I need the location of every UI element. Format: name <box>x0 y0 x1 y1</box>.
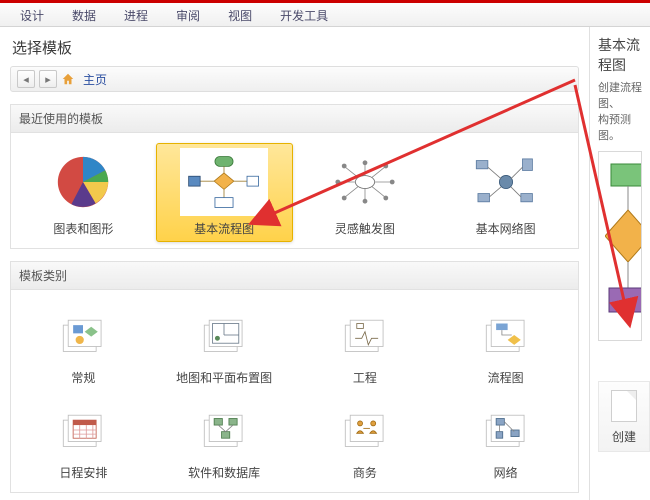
engineering-icon <box>329 305 401 365</box>
category-label: 流程图 <box>488 369 524 386</box>
template-label: 基本网络图 <box>476 220 536 237</box>
flowchart-folder-icon <box>470 305 542 365</box>
chevron-left-icon: ◂ <box>23 73 29 86</box>
floorplan-icon <box>188 305 260 365</box>
ribbon-tab-devtools[interactable]: 开发工具 <box>266 3 342 26</box>
new-document-icon <box>611 390 637 422</box>
template-label: 图表和图形 <box>53 220 113 237</box>
create-label: 创建 <box>612 428 636 445</box>
template-tile-brainstorm[interactable]: 灵感触发图 <box>297 143 434 242</box>
database-icon <box>188 400 260 460</box>
ribbon-tab-process[interactable]: 进程 <box>110 3 162 26</box>
category-tile-general[interactable]: 常规 <box>15 300 152 391</box>
ribbon-tab-view[interactable]: 视图 <box>214 3 266 26</box>
nav-forward-button[interactable]: ▸ <box>39 70 57 88</box>
create-button[interactable]: 创建 <box>598 381 650 452</box>
category-label: 常规 <box>71 369 95 386</box>
network-folder-icon <box>470 400 542 460</box>
category-label: 商务 <box>353 464 377 481</box>
ribbon-tab-design[interactable]: 设计 <box>6 3 58 26</box>
category-label: 地图和平面布置图 <box>176 369 272 386</box>
business-icon <box>329 400 401 460</box>
preview-pane: 基本流程图 创建流程图、构预测图。 创建 <box>590 27 650 500</box>
templates-title: 选择模板 <box>12 37 579 58</box>
template-label: 基本流程图 <box>194 220 254 237</box>
ribbon-tab-data[interactable]: 数据 <box>58 3 110 26</box>
chevron-right-icon: ▸ <box>45 73 51 86</box>
category-tile-business[interactable]: 商务 <box>297 395 434 486</box>
template-preview <box>598 151 642 341</box>
folder-shapes-icon <box>47 305 119 365</box>
category-tile-maps[interactable]: 地图和平面布置图 <box>156 300 293 391</box>
ribbon-tabs: 设计 数据 进程 审阅 视图 开发工具 <box>0 3 650 27</box>
templates-pane: 选择模板 ◂ ▸ 主页 最近使用的模板 图表和图形 <box>0 27 590 500</box>
section-header-categories: 模板类别 <box>10 261 579 289</box>
category-label: 工程 <box>353 369 377 386</box>
template-tile-charts[interactable]: 图表和图形 <box>15 143 152 242</box>
home-icon[interactable] <box>61 72 75 86</box>
network-icon <box>462 148 550 216</box>
ribbon-tab-review[interactable]: 审阅 <box>162 3 214 26</box>
category-label: 软件和数据库 <box>188 464 260 481</box>
section-header-recent: 最近使用的模板 <box>10 104 579 132</box>
pie-chart-icon <box>39 148 127 216</box>
category-tile-software[interactable]: 软件和数据库 <box>156 395 293 486</box>
breadcrumb-home[interactable]: 主页 <box>83 71 107 88</box>
breadcrumb: ◂ ▸ 主页 <box>10 66 579 92</box>
category-label: 网络 <box>494 464 518 481</box>
section-body-categories: 常规 地图和平面布置图 工程 流程图 <box>10 289 579 493</box>
section-body-recent: 图表和图形 基本流程图 灵感触发图 基本网络图 <box>10 132 579 249</box>
category-tile-engineering[interactable]: 工程 <box>297 300 434 391</box>
preview-title: 基本流程图 <box>598 35 650 75</box>
category-tile-schedule[interactable]: 日程安排 <box>15 395 152 486</box>
category-tile-network[interactable]: 网络 <box>437 395 574 486</box>
calendar-icon <box>47 400 119 460</box>
category-label: 日程安排 <box>59 464 107 481</box>
nav-back-button[interactable]: ◂ <box>17 70 35 88</box>
preview-desc: 创建流程图、构预测图。 <box>598 79 650 143</box>
category-tile-flowchart[interactable]: 流程图 <box>437 300 574 391</box>
brainstorm-icon <box>321 148 409 216</box>
template-tile-basic-network[interactable]: 基本网络图 <box>437 143 574 242</box>
flowchart-icon <box>180 148 268 216</box>
template-label: 灵感触发图 <box>335 220 395 237</box>
template-tile-basic-flowchart[interactable]: 基本流程图 <box>156 143 293 242</box>
